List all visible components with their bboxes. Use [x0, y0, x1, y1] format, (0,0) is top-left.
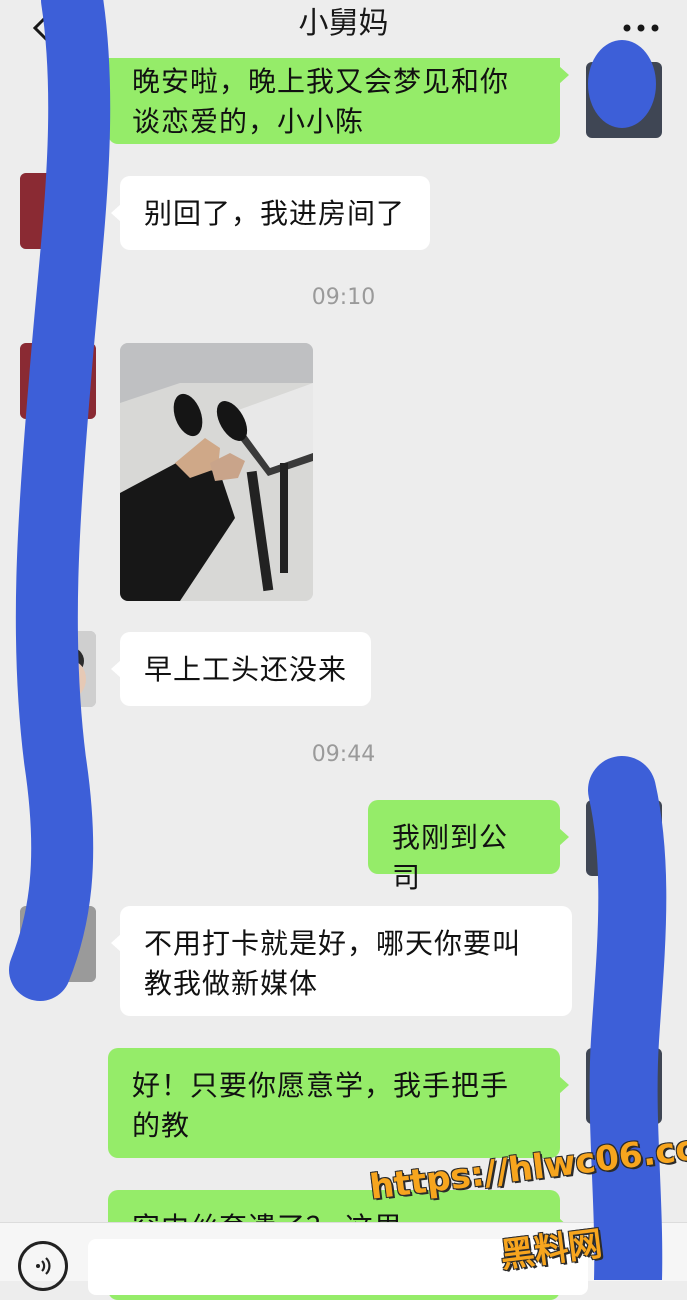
more-options-button[interactable] [615, 8, 667, 48]
avatar-photo [20, 173, 96, 249]
contact-avatar[interactable] [20, 343, 96, 419]
avatar-photo [20, 906, 96, 982]
contact-avatar[interactable] [20, 631, 96, 707]
avatar-photo [20, 631, 96, 707]
message-text: 不用打卡就是好，哪天你要叫教我做新媒体 [144, 927, 522, 1000]
message-bubble-incoming[interactable]: 不用打卡就是好，哪天你要叫教我做新媒体 [111, 906, 572, 1016]
message-bubble-incoming[interactable]: 早上工头还没来 [111, 632, 371, 706]
message-bubble-incoming[interactable]: 别回了，我进房间了 [111, 176, 430, 250]
image-message[interactable] [120, 343, 313, 601]
voice-icon [36, 1257, 51, 1275]
timestamp: 09:10 [311, 285, 376, 310]
message-bubble-outgoing[interactable]: 好！只要你愿意学，我手把手的教 [108, 1048, 569, 1158]
my-avatar[interactable] [586, 800, 662, 876]
avatar-photo [20, 343, 96, 419]
chat-area: 晚安啦，晚上我又会梦见和你谈恋爱的，小小陈 别回了，我进房间了 09:10 早上… [0, 0, 687, 1300]
my-avatar[interactable] [586, 1048, 662, 1124]
message-text: 别回了，我进房间了 [144, 197, 406, 230]
message-text: 好！只要你愿意学，我手把手的教 [132, 1069, 510, 1142]
message-text: 我刚到公司 [392, 821, 509, 894]
voice-button[interactable] [18, 1241, 68, 1291]
my-avatar[interactable] [586, 62, 662, 138]
timestamp: 09:44 [311, 742, 376, 767]
contact-avatar[interactable] [20, 173, 96, 249]
shoes-photo-image [120, 343, 313, 601]
chat-title: 小舅妈 [298, 6, 389, 41]
chat-header: 小舅妈 [0, 0, 687, 58]
message-text: 晚安啦，晚上我又会梦见和你谈恋爱的，小小陈 [132, 65, 510, 138]
message-bubble-outgoing[interactable]: 我刚到公司 [368, 800, 569, 894]
more-dots-icon [623, 24, 659, 32]
message-text: 早上工头还没来 [144, 653, 348, 686]
contact-avatar[interactable] [20, 906, 96, 982]
